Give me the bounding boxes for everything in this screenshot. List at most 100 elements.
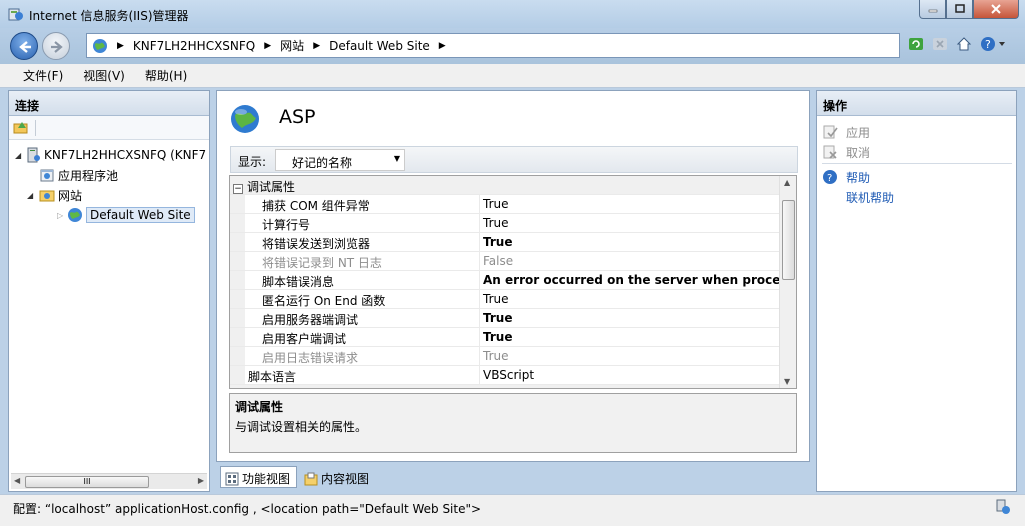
property-value[interactable]: True	[480, 214, 780, 233]
scroll-up-icon[interactable]: ▲	[784, 178, 790, 187]
tree-item-server[interactable]: ◢ KNF7LH2HHCXSNFQ (KNF7	[15, 146, 206, 164]
action-label: 应用	[846, 125, 871, 140]
stop-icon	[933, 38, 947, 50]
actions-header: 操作	[817, 91, 1016, 116]
tree-item-sites[interactable]: ◢ 网站	[27, 186, 82, 204]
menu-help[interactable]: 帮助(H)	[145, 67, 187, 84]
menu-view[interactable]: 视图(V)	[83, 67, 125, 84]
stop-button[interactable]	[930, 34, 950, 54]
help-dropdown-button[interactable]: ?	[978, 34, 1008, 54]
asp-globe-icon	[231, 105, 259, 133]
back-arrow-icon	[19, 41, 31, 53]
address-bar[interactable]: ▶ KNF7LH2HHCXSNFQ ▶ 网站 ▶ Default Web Site ▶	[86, 33, 900, 58]
iis-app-icon	[8, 8, 23, 21]
grid-row[interactable]: 脚本语言 VBScript	[230, 366, 780, 385]
connections-hscrollbar[interactable]: ◀ III ▶	[11, 473, 207, 489]
property-value[interactable]: True	[480, 195, 780, 214]
property-name: 将错误发送到浏览器	[230, 233, 480, 252]
tree-item-apppools[interactable]: 应用程序池	[39, 166, 118, 184]
property-value[interactable]: True	[480, 233, 780, 252]
help-icon: ?	[823, 170, 837, 184]
tab-content-view[interactable]: 内容视图	[299, 466, 376, 488]
grid-row[interactable]: 匿名运行 On End 函数 True	[230, 290, 780, 309]
property-name: 脚本语言	[230, 366, 480, 385]
grid-row[interactable]: 启用客户端调试 True	[230, 328, 780, 347]
tree-item-default-site[interactable]: ▷ Default Web Site	[57, 206, 195, 224]
collapse-box-icon[interactable]: −	[233, 184, 243, 194]
scroll-right-icon[interactable]: ▶	[198, 476, 204, 485]
property-name: 捕获 COM 组件异常	[230, 195, 480, 214]
actions-separator	[822, 163, 1012, 164]
back-button[interactable]	[10, 32, 38, 60]
breadcrumb-site[interactable]: Default Web Site	[329, 39, 430, 53]
tab-features-view[interactable]: 功能视图	[220, 466, 298, 488]
action-apply[interactable]: 应用	[822, 123, 870, 141]
minimize-icon	[928, 9, 937, 13]
breadcrumb-server[interactable]: KNF7LH2HHCXSNFQ	[133, 39, 255, 53]
grid-category-services[interactable]: −服务	[230, 385, 780, 388]
refresh-button[interactable]	[906, 34, 926, 54]
breadcrumb-separator[interactable]: ▶	[264, 41, 271, 51]
grid-vscrollbar[interactable]: ▲ ▼	[779, 176, 796, 388]
grid-row[interactable]: 将错误记录到 NT 日志 False	[230, 252, 780, 271]
menu-file[interactable]: 文件(F)	[23, 67, 63, 84]
connections-toolbar	[9, 116, 209, 140]
collapse-arrow-icon[interactable]: ◢	[27, 191, 37, 200]
app-pool-icon	[40, 169, 54, 182]
help-icon: ?	[981, 37, 1005, 51]
action-help[interactable]: ? 帮助	[822, 168, 870, 186]
grid-row[interactable]: 脚本错误消息 An error occurred on the server w…	[230, 271, 780, 290]
refresh-icon	[909, 38, 923, 50]
scroll-thumb[interactable]: III	[25, 476, 149, 488]
status-bar: 配置: “localhost” applicationHost.config ,…	[0, 494, 1025, 526]
breadcrumb-separator[interactable]: ▶	[313, 41, 320, 51]
connections-tree: ◢ KNF7LH2HHCXSNFQ (KNF7 应用程序池 ◢ 网站 ▷ Def…	[9, 140, 209, 470]
display-label: 显示:	[238, 155, 267, 169]
property-value[interactable]: True	[480, 347, 780, 366]
grid-row[interactable]: 将错误发送到浏览器 True	[230, 233, 780, 252]
close-button[interactable]	[973, 0, 1019, 19]
property-value[interactable]: True	[480, 309, 780, 328]
content-view-icon	[304, 472, 318, 485]
maximize-button[interactable]	[946, 0, 973, 19]
grid-row[interactable]: 启用日志错误请求 True	[230, 347, 780, 366]
grid-row[interactable]: 计算行号 True	[230, 214, 780, 233]
grid-row[interactable]: 捕获 COM 组件异常 True	[230, 195, 780, 214]
minimize-button[interactable]	[919, 0, 946, 19]
property-grid: − 调试属性 捕获 COM 组件异常 True 计算行号 True 将错误发送到浏…	[229, 175, 797, 389]
connect-icon[interactable]	[13, 119, 29, 135]
display-select[interactable]: 好记的名称 ▼	[275, 149, 405, 171]
forward-button[interactable]	[42, 32, 70, 60]
dropdown-arrow-icon: ▼	[393, 154, 400, 163]
action-cancel[interactable]: 取消	[822, 143, 870, 161]
navigation-bar: ▶ KNF7LH2HHCXSNFQ ▶ 网站 ▶ Default Web Site ▶…	[0, 28, 1025, 64]
collapse-arrow-icon[interactable]: ◢	[15, 151, 25, 160]
property-value[interactable]: False	[480, 252, 780, 271]
scroll-left-icon[interactable]: ◀	[14, 476, 20, 485]
globe-icon	[68, 208, 82, 222]
scroll-thumb[interactable]	[782, 200, 795, 280]
breadcrumb-sites[interactable]: 网站	[280, 37, 304, 54]
expand-arrow-icon[interactable]: ▷	[57, 211, 67, 220]
breadcrumb-separator[interactable]: ▶	[117, 41, 124, 51]
grid-row[interactable]: 启用服务器端调试 True	[230, 309, 780, 328]
scroll-down-icon[interactable]: ▼	[784, 377, 790, 386]
action-label: 取消	[846, 145, 871, 160]
window-title: Internet 信息服务(IIS)管理器	[29, 9, 189, 23]
tree-label-default-site: Default Web Site	[86, 207, 195, 223]
property-value[interactable]: VBScript	[480, 366, 780, 385]
action-label: 联机帮助	[846, 190, 895, 205]
action-online-help[interactable]: 联机帮助	[822, 188, 894, 206]
forward-arrow-icon	[51, 41, 63, 53]
property-value[interactable]: An error occurred on the server when pro…	[480, 271, 780, 290]
property-value[interactable]: True	[480, 290, 780, 309]
network-status-icon	[996, 499, 1010, 514]
connections-pane: 连接 ◢ KNF7LH2HHCXSNFQ (KNF7 应用程序池 ◢ 网站 ▷ …	[8, 90, 210, 492]
property-value[interactable]: True	[480, 328, 780, 347]
grid-category-debug[interactable]: − 调试属性	[230, 176, 780, 195]
home-button[interactable]	[954, 34, 974, 54]
display-select-value: 好记的名称	[292, 156, 353, 170]
breadcrumb-separator[interactable]: ▶	[439, 41, 446, 51]
menu-bar: 文件(F) 视图(V) 帮助(H)	[0, 64, 1025, 88]
